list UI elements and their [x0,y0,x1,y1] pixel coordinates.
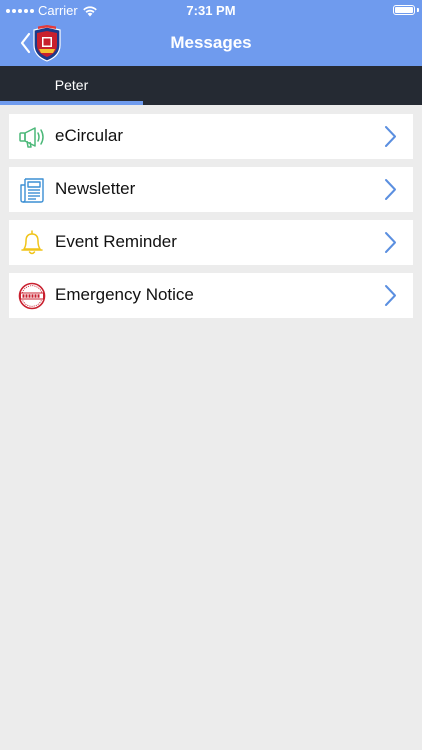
list-item-newsletter[interactable]: Newsletter [9,167,413,212]
list-item-emergency-notice[interactable]: Emergency Notice [9,273,413,318]
tab-peter[interactable]: Peter [0,66,143,105]
nav-bar: Messages [0,22,422,66]
list-item-label: Event Reminder [55,232,177,251]
chevron-right-icon [385,232,396,253]
list-item-event-reminder[interactable]: Event Reminder [9,220,413,265]
list-item-label: Emergency Notice [55,285,194,304]
page-title: Messages [170,33,252,52]
battery-icon [393,5,415,15]
megaphone-icon [19,127,44,148]
list-item-label: eCircular [55,126,124,145]
tab-label: Peter [54,77,89,93]
status-time: 7:31 PM [186,3,236,18]
list-item-label: Newsletter [55,179,136,198]
bell-icon [21,230,43,255]
battery-fill [395,7,413,13]
app-root: Carrier 7:31 PM Messages Peter eCircular… [0,0,422,750]
chevron-right-icon [385,179,396,200]
tab-bar: Peter [0,66,422,105]
list-item-ecircular[interactable]: eCircular [9,114,413,159]
urgent-stamp-icon [18,282,46,310]
newspaper-icon [20,178,44,203]
message-category-list: eCircular Newsletter Event Reminder Emer… [9,114,413,326]
status-bar: Carrier 7:31 PM [0,0,422,22]
tab-selected-indicator [0,101,143,105]
header: Carrier 7:31 PM Messages [0,0,422,66]
battery-nub [417,8,419,12]
chevron-right-icon [385,126,396,147]
chevron-right-icon [385,285,396,306]
